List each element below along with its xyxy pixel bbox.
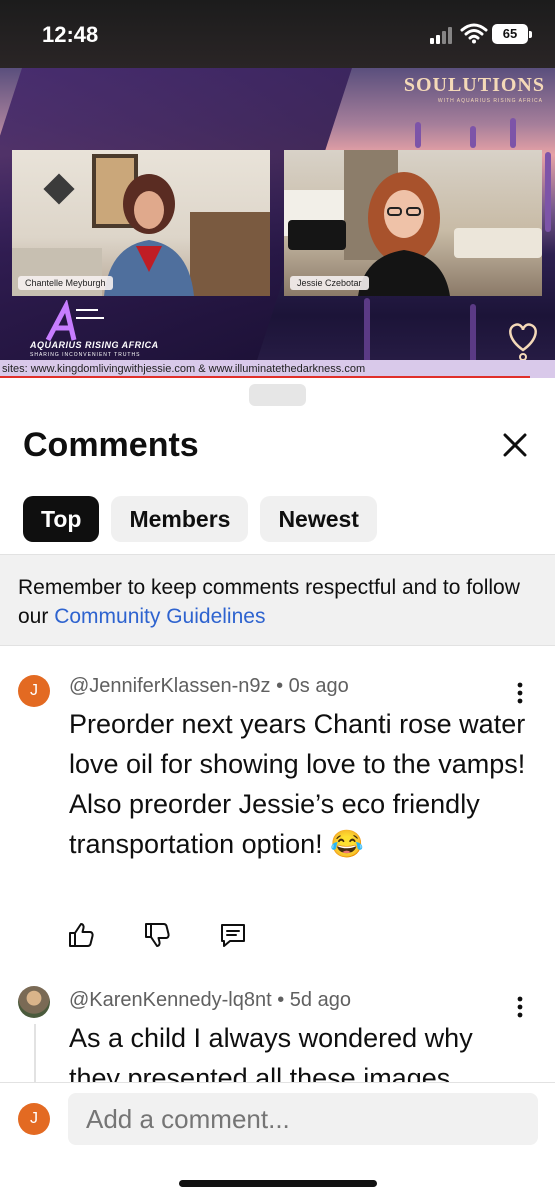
sheet-drag-handle[interactable] xyxy=(249,384,306,406)
participant-nametag: Chantelle Meyburgh xyxy=(18,276,113,290)
comments-sheet: Comments Top Members Newest Remember to … xyxy=(0,378,555,1200)
thread-line xyxy=(34,1024,36,1084)
tab-newest[interactable]: Newest xyxy=(260,496,377,542)
reply-icon[interactable] xyxy=(218,920,248,950)
status-bar: 12:48 65 xyxy=(0,0,555,68)
lavender-decor xyxy=(415,122,421,148)
sort-tabs: Top Members Newest xyxy=(23,496,377,542)
close-icon[interactable] xyxy=(498,428,532,462)
like-icon[interactable] xyxy=(66,920,96,950)
piano xyxy=(288,220,346,250)
wifi-icon xyxy=(460,23,488,44)
comment-text: As a child I always wondered why they pr… xyxy=(69,1023,473,1084)
cellular-signal-icon xyxy=(430,26,456,44)
lavender-decor xyxy=(470,126,476,148)
lavender-decor xyxy=(545,152,551,232)
lavender-decor xyxy=(510,118,516,148)
comment-age: 5d ago xyxy=(289,989,351,1011)
more-options-icon[interactable] xyxy=(510,994,530,1020)
sofa xyxy=(454,228,542,258)
home-indicator[interactable] xyxy=(179,1180,377,1187)
dislike-icon[interactable] xyxy=(142,920,172,950)
person-avatar xyxy=(104,174,194,296)
avatar[interactable]: J xyxy=(18,1103,50,1135)
comment-age: 0s ago xyxy=(288,675,349,697)
comment-author[interactable]: @KarenKennedy-lq8nt xyxy=(69,989,272,1011)
brand-sub: WITH AQUARIUS RISING AFRICA xyxy=(437,98,543,104)
comment-text: Preorder next years Chanti rose water lo… xyxy=(69,709,526,859)
heart-logo-icon xyxy=(509,323,537,361)
comment-meta: @JenniferKlassen-n9z • 0s ago xyxy=(69,675,349,697)
more-options-icon[interactable] xyxy=(510,680,530,706)
avatar[interactable]: J xyxy=(18,675,50,707)
avatar[interactable] xyxy=(18,986,50,1018)
channel-logo xyxy=(45,300,104,342)
person-avatar xyxy=(358,172,450,296)
battery-icon: 65 xyxy=(492,24,532,44)
wall-art xyxy=(43,173,75,205)
guidelines-notice: Remember to keep comments respectful and… xyxy=(0,554,555,646)
video-player[interactable]: SOULUTIONS WITH AQUARIUS RISING AFRICA C… xyxy=(0,68,555,378)
status-time: 12:48 xyxy=(42,22,99,47)
brand-logo: SOULUTIONS xyxy=(403,74,545,96)
tab-top[interactable]: Top xyxy=(23,496,100,542)
lavender-decor xyxy=(470,304,476,364)
add-comment-input[interactable] xyxy=(68,1093,538,1145)
lavender-decor xyxy=(364,298,370,368)
participant-nametag: Jessie Czebotar xyxy=(290,276,369,290)
comment-item: J @JenniferKlassen-n9z • 0s ago Preorder… xyxy=(0,670,555,970)
participant-video-right: Jessie Czebotar xyxy=(284,150,542,296)
comment-actions xyxy=(66,920,248,950)
tab-members[interactable]: Members xyxy=(111,496,249,542)
comment-meta: @KarenKennedy-lq8nt • 5d ago xyxy=(69,989,351,1011)
sheet-title: Comments xyxy=(23,426,199,464)
comment-item: @KarenKennedy-lq8nt • 5d ago As a child … xyxy=(0,984,555,1084)
shelf xyxy=(190,212,270,296)
community-guidelines-link[interactable]: Community Guidelines xyxy=(54,605,265,628)
channel-tagline: SHARING INCONVENIENT TRUTHS xyxy=(30,352,141,358)
comment-author[interactable]: @JenniferKlassen-n9z xyxy=(69,675,271,697)
participant-video-left: Chantelle Meyburgh xyxy=(12,150,270,296)
channel-name: AQUARIUS RISING AFRICA xyxy=(30,340,159,350)
